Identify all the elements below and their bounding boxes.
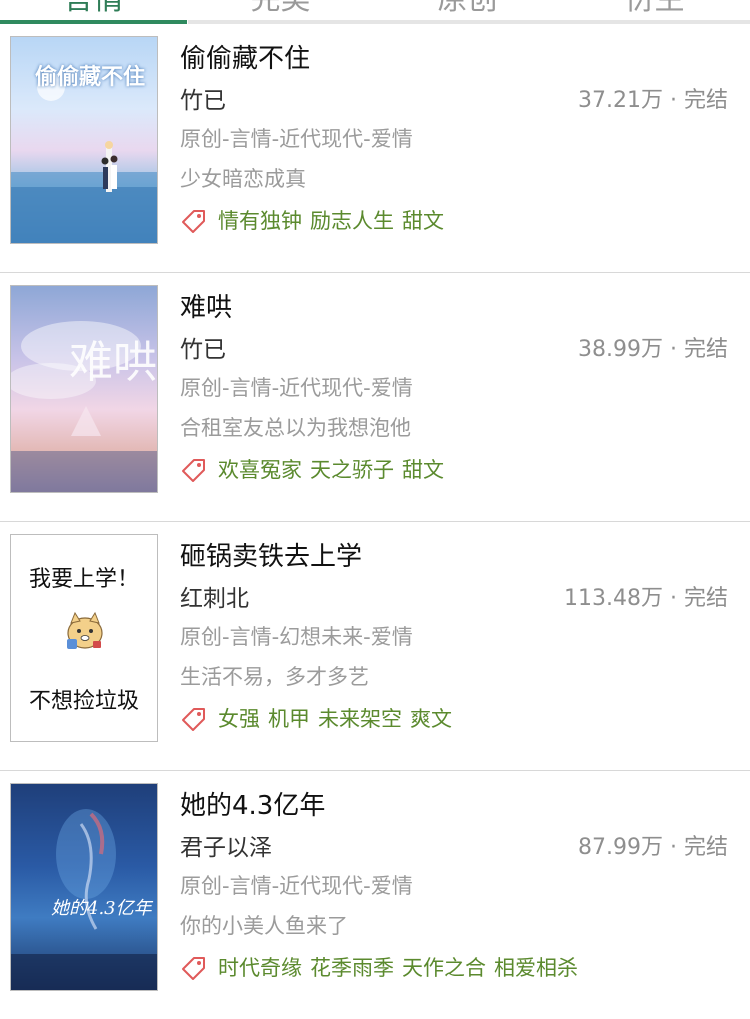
cover-text-top: 我要上学！	[28, 567, 139, 592]
book-intro: 你的小美人鱼来了	[180, 914, 348, 938]
book-cover[interactable]: 她的4.3亿年	[10, 783, 158, 991]
book-info: 她的4.3亿年 君子以泽 87.99万 · 完结 原创-言情-近代现代-爱情 你…	[180, 789, 728, 985]
book-title[interactable]: 难哄	[180, 291, 728, 325]
book-info: 砸锅卖铁去上学 红刺北 113.48万 · 完结 原创-言情-幻想未来-爱情 生…	[180, 540, 728, 736]
author-row: 红刺北 113.48万 · 完结	[180, 582, 728, 616]
book-category: 原创-言情-幻想未来-爱情	[180, 625, 413, 649]
book-title[interactable]: 偷偷藏不住	[180, 42, 728, 76]
book-cover[interactable]: 我要上学！ 不想捡垃圾	[10, 534, 158, 742]
tag[interactable]: 甜文	[402, 453, 444, 487]
tag[interactable]: 花季雨季	[310, 951, 394, 985]
book-author[interactable]: 竹已	[180, 337, 226, 363]
cover-text-bottom: 不想捡垃圾	[28, 689, 139, 714]
list-item[interactable]: 难哄 难哄 竹已 38.99万 · 完结 原创-言情-近代现代-爱情 合租室友总…	[0, 273, 750, 522]
cover-art	[11, 809, 157, 990]
tag-icon	[182, 708, 205, 731]
tag[interactable]: 欢喜冤家	[218, 453, 302, 487]
author-row: 君子以泽 87.99万 · 完结	[180, 831, 728, 865]
tag-row: 欢喜冤家 天之骄子 甜文	[180, 453, 728, 487]
book-title[interactable]: 砸锅卖铁去上学	[180, 540, 728, 574]
book-author[interactable]: 红刺北	[180, 586, 249, 612]
cover-title: 她的4.3亿年	[51, 898, 152, 919]
list-item[interactable]: 偷偷藏不住 偷偷藏不住 竹已 37.21万 · 完结 原创-言情-近代现代-爱情…	[0, 24, 750, 273]
tab-perfect[interactable]: 完美	[187, 0, 374, 20]
cover-title: 偷偷藏不住	[35, 64, 146, 90]
tag-icon	[182, 210, 205, 233]
book-stats: 37.21万 · 完结	[578, 88, 728, 113]
list-item[interactable]: 她的4.3亿年 她的4.3亿年 君子以泽 87.99万 · 完结 原创-言情-近…	[0, 771, 750, 1019]
tag[interactable]: 爽文	[410, 702, 452, 736]
book-intro: 合租室友总以为我想泡他	[180, 416, 411, 440]
book-intro: 少女暗恋成真	[180, 167, 306, 191]
book-stats: 113.48万 · 完结	[564, 586, 728, 611]
tag[interactable]: 天之骄子	[310, 453, 394, 487]
tag[interactable]: 相爱相杀	[494, 951, 578, 985]
tab-original[interactable]: 原创	[374, 0, 561, 20]
tag[interactable]: 情有独钟	[218, 204, 302, 238]
author-row: 竹已 37.21万 · 完结	[180, 84, 728, 118]
tag[interactable]: 励志人生	[310, 204, 394, 238]
book-title[interactable]: 她的4.3亿年	[180, 789, 728, 823]
book-stats: 87.99万 · 完结	[578, 835, 728, 860]
tag-icon	[182, 459, 205, 482]
cover-title: 难哄	[69, 337, 157, 388]
book-info: 偷偷藏不住 竹已 37.21万 · 完结 原创-言情-近代现代-爱情 少女暗恋成…	[180, 42, 728, 238]
tag-row: 时代奇缘 花季雨季 天作之合 相爱相杀	[180, 951, 728, 985]
tab-bar: 言情 完美 原创 衍生	[0, 0, 750, 24]
tag[interactable]: 时代奇缘	[218, 951, 302, 985]
tag[interactable]: 天作之合	[402, 951, 486, 985]
tab-derivative[interactable]: 衍生	[561, 0, 748, 20]
tab-romance[interactable]: 言情	[0, 0, 187, 20]
tag[interactable]: 女强	[218, 702, 260, 736]
book-info: 难哄 竹已 38.99万 · 完结 原创-言情-近代现代-爱情 合租室友总以为我…	[180, 291, 728, 487]
book-cover[interactable]: 难哄	[10, 285, 158, 493]
tag[interactable]: 机甲	[268, 702, 310, 736]
book-author[interactable]: 君子以泽	[180, 835, 272, 861]
book-author[interactable]: 竹已	[180, 88, 226, 114]
tag[interactable]: 甜文	[402, 204, 444, 238]
book-intro: 生活不易，多才多艺	[180, 665, 369, 689]
book-category: 原创-言情-近代现代-爱情	[180, 874, 413, 898]
book-category: 原创-言情-近代现代-爱情	[180, 127, 413, 151]
book-list: 偷偷藏不住 偷偷藏不住 竹已 37.21万 · 完结 原创-言情-近代现代-爱情…	[0, 24, 750, 1019]
tag-row: 情有独钟 励志人生 甜文	[180, 204, 728, 238]
dog-mascot-icon	[67, 611, 103, 649]
tag-icon	[182, 957, 205, 980]
book-cover[interactable]: 偷偷藏不住	[10, 36, 158, 244]
book-category: 原创-言情-近代现代-爱情	[180, 376, 413, 400]
list-item[interactable]: 我要上学！ 不想捡垃圾 砸锅卖铁去上学 红刺北 113.48万 · 完结 原创-…	[0, 522, 750, 771]
author-row: 竹已 38.99万 · 完结	[180, 333, 728, 367]
book-stats: 38.99万 · 完结	[578, 337, 728, 362]
tag-row: 女强 机甲 未来架空 爽文	[180, 702, 728, 736]
tag[interactable]: 未来架空	[318, 702, 402, 736]
